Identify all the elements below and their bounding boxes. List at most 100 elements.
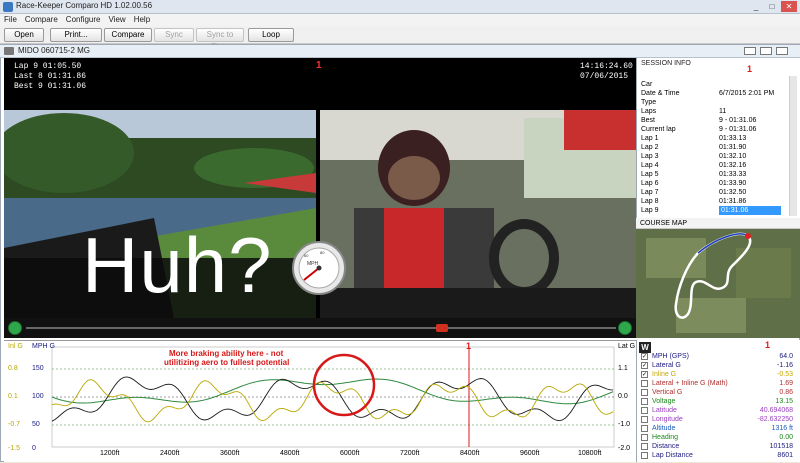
scrubber-handle[interactable] <box>436 324 448 332</box>
channel-checkbox[interactable]: ✓ <box>641 362 648 369</box>
session-info-value: 9 - 01:31.06 <box>719 126 757 133</box>
channel-row[interactable]: Lap Distance 8601 <box>641 451 793 460</box>
telemetry-graph[interactable]: Inl G MPH G Lat G 1.1 0.0 -1.0 -2.0 0.8 … <box>4 340 636 462</box>
doc-minimize-icon[interactable] <box>744 47 756 55</box>
channel-checkbox[interactable] <box>641 452 648 459</box>
session-info-row[interactable]: Current lap 9 - 01:31.06 <box>641 125 787 134</box>
channel-row[interactable]: Lateral + Inline G (Math) 1.69 <box>641 379 793 388</box>
annotation-line-2: utilitizing aero to fullest potential <box>164 358 290 367</box>
channel-checkbox[interactable] <box>641 389 648 396</box>
channel-row[interactable]: Vertical G 0.86 <box>641 388 793 397</box>
channel-value: 1.69 <box>779 380 793 387</box>
channel-checkbox[interactable] <box>641 425 648 432</box>
session-info-row[interactable]: Type <box>641 98 787 107</box>
app-icon <box>3 2 13 12</box>
channel-row[interactable]: Distance 101518 <box>641 442 793 451</box>
channel-checkbox[interactable] <box>641 380 648 387</box>
channel-name: Lateral + Inline G (Math) <box>652 380 728 387</box>
channel-checkbox[interactable]: ✓ <box>641 353 648 360</box>
x-tick-label: 6000ft <box>340 450 360 457</box>
channel-row[interactable]: Longitude -82.632250 <box>641 415 793 424</box>
channel-row[interactable]: Heading 0.00 <box>641 433 793 442</box>
channel-checkbox[interactable]: ✓ <box>641 371 648 378</box>
channel-value: 13.15 <box>775 398 793 405</box>
session-info-row[interactable]: Laps 11 <box>641 107 787 116</box>
channel-name: Altitude <box>652 425 676 432</box>
channel-checkbox[interactable] <box>641 398 648 405</box>
doc-restore-icon[interactable] <box>760 47 772 55</box>
channel-checkbox[interactable] <box>641 443 648 450</box>
forward-icon[interactable] <box>618 321 632 335</box>
video-marker: 1 <box>316 60 322 71</box>
document-title: MIDO 060715-2 MG <box>18 46 91 55</box>
session-marker: 1 <box>747 64 753 74</box>
doc-close-icon[interactable] <box>776 47 788 55</box>
video-scrubber[interactable] <box>4 318 636 338</box>
channel-value: 40.694068 <box>759 407 793 414</box>
print-button[interactable]: Print... <box>50 28 102 42</box>
x-tick-label: 8400ft <box>460 450 480 457</box>
session-info-row[interactable]: Lap 3 01:32.10 <box>641 152 787 161</box>
channel-row[interactable]: Altitude 1316 ft <box>641 424 793 433</box>
session-info-row[interactable]: Lap 1 01:33.13 <box>641 134 787 143</box>
course-map-panel[interactable] <box>636 218 800 338</box>
course-map-title: COURSE MAP <box>636 218 800 229</box>
menu-view[interactable]: View <box>104 14 129 26</box>
menu-compare[interactable]: Compare <box>21 14 62 26</box>
channel-value: 0.86 <box>779 389 793 396</box>
play-icon[interactable] <box>8 321 22 335</box>
document-icon <box>4 47 14 55</box>
channel-checkbox[interactable] <box>641 434 648 441</box>
session-info-row[interactable]: Lap 6 01:33.90 <box>641 179 787 188</box>
session-info-row[interactable]: Lap 5 01:33.33 <box>641 170 787 179</box>
scrubber-track[interactable] <box>26 327 616 329</box>
channel-checkbox[interactable] <box>641 416 648 423</box>
y-axis-lateral-label: Lat G <box>618 343 636 350</box>
menu-file[interactable]: File <box>0 14 21 26</box>
session-info-row[interactable]: Lap 8 01:31.86 <box>641 197 787 206</box>
session-info-row[interactable]: Lap 7 01:32.50 <box>641 188 787 197</box>
channel-name: Longitude <box>652 416 683 423</box>
channel-value: -1.16 <box>777 362 793 369</box>
session-info-key: Lap 1 <box>641 135 659 142</box>
session-info-key: Lap 2 <box>641 144 659 151</box>
session-info-row[interactable]: Best 9 - 01:31.06 <box>641 116 787 125</box>
channel-row[interactable]: Voltage 13.15 <box>641 397 793 406</box>
channel-row[interactable]: ✓ Lateral G -1.16 <box>641 361 793 370</box>
session-info-value: 01:31.86 <box>719 198 747 205</box>
loop-button[interactable]: Loop <box>248 28 294 42</box>
menu-configure[interactable]: Configure <box>62 14 105 26</box>
channel-row[interactable]: ✓ MPH (GPS) 64.0 <box>641 352 793 361</box>
minimize-icon[interactable]: _ <box>748 1 764 12</box>
sync-to-time-button[interactable]: Sync to Time <box>196 28 244 51</box>
y-tick-right: -1.0 <box>618 421 631 428</box>
session-info-key: Lap 3 <box>641 153 659 160</box>
session-info-value: 6/7/2015 2:01 PM <box>719 90 775 97</box>
open-button[interactable]: Open <box>4 28 44 42</box>
session-scrollbar[interactable] <box>789 76 797 216</box>
channel-checkbox[interactable] <box>641 407 648 414</box>
course-map-image <box>636 218 800 338</box>
session-info-row[interactable]: Lap 2 01:31.90 <box>641 143 787 152</box>
channel-row[interactable]: ✓ Inline G -0.53 <box>641 370 793 379</box>
maximize-icon[interactable]: □ <box>764 1 780 12</box>
channels-marker: 1 <box>765 340 771 350</box>
title-bar: Race-Keeper Comparo HD 1.02.00.56 _ □ ✕ <box>0 0 800 14</box>
lap-last-text: Last 8 01:31.86 <box>14 72 87 81</box>
session-info-row[interactable]: Lap 4 01:32.16 <box>641 161 787 170</box>
y-tick-mph: 50 <box>32 421 40 428</box>
video-date: 07/06/2015 <box>580 72 629 81</box>
window-title: Race-Keeper Comparo HD 1.02.00.56 <box>16 1 153 10</box>
compare-button[interactable]: Compare <box>104 28 152 42</box>
y-tick-mph: 0 <box>32 445 36 452</box>
session-info-key: Current lap <box>641 126 676 133</box>
session-info-row[interactable]: Lap 9 01:31.06 <box>641 206 787 215</box>
close-icon[interactable]: ✕ <box>781 1 797 12</box>
session-info-row[interactable]: Car <box>641 80 787 89</box>
channel-row[interactable]: Latitude 40.694068 <box>641 406 793 415</box>
y-axis-inline-label: Inl G <box>8 343 23 350</box>
menu-help[interactable]: Help <box>130 14 154 26</box>
menu-bar: File Compare Configure View Help <box>0 14 800 26</box>
sync-button[interactable]: Sync <box>154 28 194 42</box>
session-info-row[interactable]: Date & Time 6/7/2015 2:01 PM <box>641 89 787 98</box>
